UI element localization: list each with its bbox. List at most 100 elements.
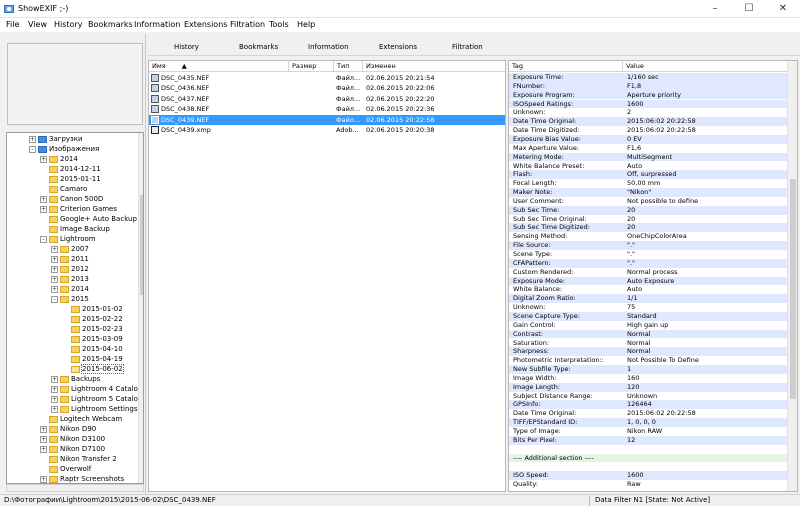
exif-row[interactable]: White Balance: Auto [509, 285, 787, 294]
tree-item[interactable]: 2015-03-09 [62, 334, 123, 344]
file-list[interactable]: Имя ▲ Размер Тип Изменен DSC_0435.NEF Фай… [148, 60, 506, 492]
exif-row[interactable]: Maker Note: "Nikon" [509, 188, 787, 197]
tree-item[interactable]: 2014-12-11 [40, 164, 101, 174]
tree-item[interactable]: 2015-01-02 [62, 304, 123, 314]
exif-row[interactable]: Date Time Digitized: 2015:06:02 20:22:58 [509, 126, 787, 135]
exif-scroll-thumb[interactable] [790, 179, 796, 399]
exif-row[interactable]: White Balance Preset: Auto [509, 162, 787, 171]
tree-item[interactable]: + Загрузки [29, 134, 83, 144]
exif-row[interactable]: Focal Length: 50,00 mm [509, 179, 787, 188]
menu-file[interactable]: File [6, 20, 19, 29]
exif-row[interactable]: ISOSpeed Ratings: 1600 [509, 99, 787, 109]
tree-item[interactable]: + Lightroom 5 Catalo [51, 394, 138, 404]
exif-row[interactable]: Photometric Interpretation:: Not Possible… [509, 356, 787, 365]
tree-item[interactable]: +2014 [40, 154, 78, 164]
tree-item[interactable]: + Raptr Screenshots [40, 474, 124, 483]
exif-row[interactable]: Sub Sec Time Original: 20 [509, 215, 787, 224]
expand-icon[interactable]: + [40, 425, 47, 433]
menu-bookmarks[interactable]: Bookmarks [88, 20, 133, 29]
expand-icon[interactable]: + [51, 375, 58, 383]
exif-row[interactable]: ISO Speed: 1600 [509, 471, 787, 481]
tree-item[interactable]: 2015-02-23 [62, 324, 123, 334]
column-header-type[interactable]: Тип [334, 61, 363, 72]
tree-item[interactable]: + Criterion Games [40, 204, 117, 214]
column-header-size[interactable]: Размер [289, 61, 334, 72]
tree-horizontal-scrollbar[interactable] [6, 484, 144, 492]
exif-row[interactable]: Contrast: Normal [509, 329, 787, 339]
exif-row[interactable]: Exposure Bias Value: 0 EV [509, 134, 787, 144]
exif-row[interactable]: Image Width: 160 [509, 374, 787, 383]
exif-row[interactable]: Custom Rendered: Normal process [509, 268, 787, 277]
exif-row[interactable]: Exposure Mode: Auto Exposure [509, 276, 787, 286]
exif-row[interactable]: Flash: Off, surpressed [509, 170, 787, 180]
file-row[interactable]: DSC_0437.NEF Файл... 02.06.2015 20:22:20 [149, 94, 505, 104]
expand-icon[interactable]: + [29, 135, 36, 143]
tree-item[interactable]: Logitech Webcam [40, 414, 122, 424]
exif-row[interactable]: GPSInfo: 126464 [509, 400, 787, 410]
tree-item[interactable]: +2012 [51, 264, 89, 274]
tree-item[interactable]: - Изображения [29, 144, 99, 154]
column-header-name[interactable]: Имя ▲ [149, 61, 289, 72]
expand-icon[interactable]: + [51, 245, 58, 253]
expand-icon[interactable]: + [51, 385, 58, 393]
exif-row[interactable]: Image Length: 120 [509, 382, 787, 392]
expand-icon[interactable]: + [40, 205, 47, 213]
maximize-button[interactable]: ☐ [732, 0, 766, 18]
tree-item[interactable]: Overwolf [40, 464, 91, 474]
tree-item[interactable]: 2015-04-19 [62, 354, 123, 364]
menu-tools[interactable]: Tools [269, 20, 289, 29]
exif-row[interactable]: Saturation: Normal [509, 339, 787, 348]
menu-extensions[interactable]: Extensions [184, 20, 227, 29]
collapse-icon[interactable]: - [51, 295, 58, 303]
exif-row[interactable]: Exposure Program: Aperture priority [509, 90, 787, 100]
exif-row[interactable]: Metering Mode: MultiSegment [509, 152, 787, 162]
file-row[interactable]: DSC_0439.NEF Файл... 02.06.2015 20:22:58 [149, 114, 505, 125]
exif-row[interactable] [509, 462, 787, 471]
tab-extensions[interactable]: Extensions [379, 43, 417, 51]
expand-icon[interactable]: + [40, 475, 47, 483]
tree-item[interactable]: +2011 [51, 254, 89, 264]
exif-row[interactable]: Digital Zoom Ratio: 1/1 [509, 294, 787, 304]
collapse-icon[interactable]: - [40, 235, 47, 243]
exif-row[interactable]: Unknown: 2 [509, 108, 787, 117]
tree-item[interactable]: Image Backup [40, 224, 110, 234]
file-row[interactable]: DSC_0435.NEF Файл... 02.06.2015 20:21:54 [149, 73, 505, 83]
column-header-value[interactable]: Value [623, 61, 787, 72]
exif-row[interactable]: File Source: "." [509, 241, 787, 250]
exif-row[interactable]: Date Time Original: 2015:06:02 20:22:58 [509, 117, 787, 127]
exif-row[interactable]: ---- Additional section ---- [509, 453, 787, 463]
exif-row[interactable]: Sharpness: Normal [509, 347, 787, 357]
exif-row[interactable]: Subject Distance Range: Unknown [509, 392, 787, 401]
collapse-icon[interactable]: - [29, 145, 36, 153]
tree-item[interactable]: + Lightroom Settings [51, 404, 138, 414]
exif-row[interactable]: Quality: Raw [509, 480, 787, 489]
tree-item[interactable]: Nikon Transfer 2 [40, 454, 117, 464]
tree-item[interactable]: + Canon 500D [40, 194, 103, 204]
exif-row[interactable]: User Comment: Not possible to define [509, 197, 787, 206]
tree-item[interactable]: +2014 [51, 284, 89, 294]
tree-item[interactable]: + Nikon D90 [40, 424, 96, 434]
expand-icon[interactable]: + [51, 255, 58, 263]
expand-icon[interactable]: + [40, 155, 47, 163]
file-row[interactable]: DSC_0439.xmp Adob... 02.06.2015 20:20:38 [149, 125, 505, 135]
tab-filtration[interactable]: Filtration [452, 43, 483, 51]
expand-icon[interactable]: + [40, 195, 47, 203]
menu-filtration[interactable]: Filtration [230, 20, 265, 29]
menu-help[interactable]: Help [297, 20, 315, 29]
menu-information[interactable]: Information [134, 20, 180, 29]
column-header-tag[interactable]: Tag [509, 61, 623, 72]
close-button[interactable]: ✕ [766, 0, 800, 18]
exif-row[interactable] [509, 445, 787, 454]
exif-row[interactable]: Scene Capture Type: Standard [509, 311, 787, 321]
exif-row[interactable]: Type of Image: Nikon RAW [509, 427, 787, 436]
exif-row[interactable]: CFAPattern: "." [509, 258, 787, 268]
exif-row[interactable]: Date Time Original: 2015:06:02 20:22:58 [509, 409, 787, 418]
tab-bookmarks[interactable]: Bookmarks [239, 43, 278, 51]
expand-icon[interactable]: + [51, 405, 58, 413]
exif-row[interactable]: TIFF/EPStandard ID: 1, 0, 0, 0 [509, 418, 787, 427]
tree-item[interactable]: + Lightroom 4 Catalo [51, 384, 138, 394]
exif-row[interactable]: Bits Per Pixel: 12 [509, 435, 787, 445]
menu-history[interactable]: History [54, 20, 82, 29]
tree-scroll-thumb[interactable] [140, 195, 143, 295]
exif-row[interactable]: Unknown: 75 [509, 303, 787, 312]
